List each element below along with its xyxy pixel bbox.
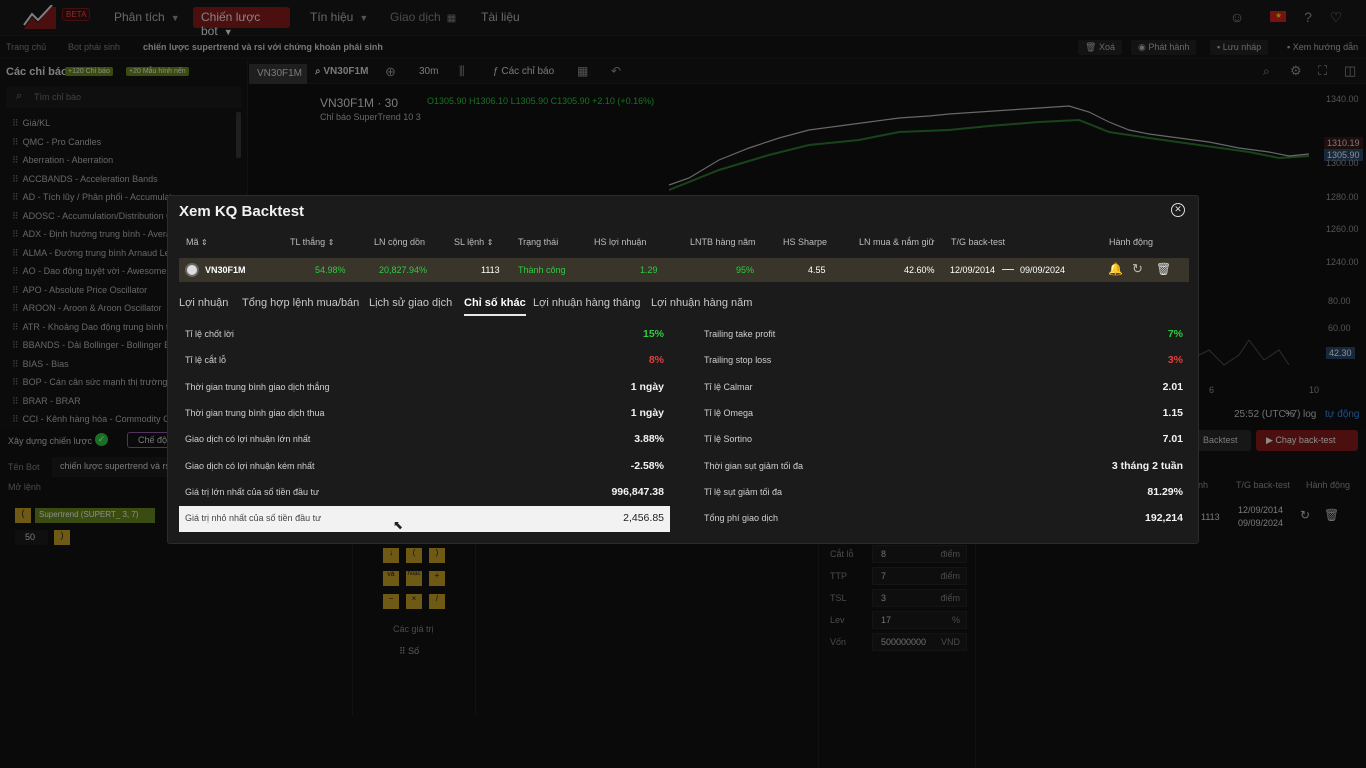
stat-value: 8% <box>648 354 664 367</box>
row-cum-profit: 20,827.94% <box>379 265 428 275</box>
stat-value: 2,456.85 <box>623 512 664 525</box>
stat-label: Tỉ lệ Sortino <box>704 434 753 445</box>
stat-label: Giá trị nhỏ nhất của số tiền đầu tư <box>185 513 322 524</box>
row-date-to: 09/09/2024 <box>1020 265 1066 275</box>
col-tg-back-test[interactable]: T/G back-test <box>951 237 1005 247</box>
tab-loi-nhuan-hang-thang[interactable]: Lợi nhuận hàng tháng <box>533 297 641 309</box>
stat-value: 81.29% <box>1147 485 1183 498</box>
col-ma[interactable]: Mã ⇕ <box>186 237 208 247</box>
stat-label: Giao dịch có lợi nhuận lớn nhất <box>185 434 311 445</box>
stat-label: Thời gian trung bình giao dịch thua <box>185 407 325 418</box>
col-ln-cong-don[interactable]: LN cộng dồn <box>374 237 425 247</box>
stat-value: 192,214 <box>1145 512 1183 525</box>
stat-value: 7% <box>1167 328 1183 340</box>
col-hs-loi-nhuan[interactable]: HS lợi nhuận <box>594 237 646 247</box>
stat-value: 1 ngày <box>630 380 664 393</box>
stat-label: Tổng phí giao dịch <box>704 513 779 524</box>
col-hanh-dong: Hành động <box>1109 237 1154 247</box>
stat-value: -2.58% <box>630 459 664 472</box>
stat-value: 3% <box>1167 354 1183 367</box>
col-hs-sharpe[interactable]: HS Sharpe <box>783 237 827 247</box>
bell-icon[interactable]: 🔔 <box>1108 262 1123 276</box>
backtest-modal: Xem KQ Backtest ✕ Mã ⇕ TL thắng ⇕ LN cộn… <box>167 195 1199 544</box>
stat-label: Giá trị lớn nhất của số tiền đầu tư <box>185 486 319 497</box>
stat-label: Tỉ lệ chốt lời <box>185 329 234 339</box>
col-trang-thai[interactable]: Trạng thái <box>518 237 558 247</box>
stat-value: 15% <box>642 328 664 340</box>
row-profit-factor: 1.29 <box>640 265 658 275</box>
stat-label: Tỉ lệ Calmar <box>704 381 753 392</box>
stat-label: Thời gian trung bình giao dịch thắng <box>185 381 330 392</box>
stat-label: Giao dịch có lợi nhuận kém nhất <box>185 460 315 471</box>
row-annual: 95% <box>736 265 755 275</box>
row-win-rate: 54.98% <box>315 265 346 275</box>
trash-icon[interactable]: 🗑 <box>1156 262 1171 276</box>
stat-value: 3 tháng 2 tuần <box>1111 459 1183 472</box>
stat-label: Thời gian sụt giảm tối đa <box>704 460 803 471</box>
stat-value: 1.15 <box>1162 406 1183 419</box>
col-lntb-hang-nam[interactable]: LNTB hàng năm <box>690 237 756 247</box>
sort-icon: ⇕ <box>486 238 494 247</box>
tab-chi-so-khac[interactable]: Chỉ số khác <box>464 297 526 316</box>
col-tl-thang[interactable]: TL thắng ⇕ <box>290 237 334 247</box>
tab-loi-nhuan-hang-nam[interactable]: Lợi nhuận hàng năm <box>651 297 752 309</box>
cursor-icon: ⬉ <box>393 518 404 532</box>
stat-label: Trailing stop loss <box>704 355 772 366</box>
row-orders: 1113 <box>481 265 500 275</box>
sort-icon: ⇕ <box>201 238 208 247</box>
stat-label: Tỉ lệ Omega <box>704 407 754 418</box>
stat-label: Tỉ lệ cắt lỗ <box>185 355 227 366</box>
refresh-icon[interactable]: ↻ <box>1132 261 1143 277</box>
row-sharpe: 4.55 <box>808 265 826 275</box>
stat-value: 2.01 <box>1162 380 1183 393</box>
tab-loi-nhuan[interactable]: Lợi nhuận <box>179 297 228 309</box>
stat-value: 3.88% <box>634 433 664 446</box>
row-code: VN30F1M <box>205 265 246 275</box>
col-ln-mua-nam-giu[interactable]: LN mua & nắm giữ <box>859 237 935 247</box>
stat-label: Tỉ lệ sụt giảm tối đa <box>704 486 783 497</box>
symbol-avatar <box>185 263 199 277</box>
table-row[interactable]: VN30F1M 54.98% 20,827.94% 1113 Thành côn… <box>179 258 1189 282</box>
stat-value: 996,847.38 <box>611 485 664 498</box>
tab-tong-hop-lenh[interactable]: Tổng hợp lệnh mua/bán <box>242 297 359 309</box>
close-icon[interactable]: ✕ <box>1171 203 1185 217</box>
row-date-from: 12/09/2014 <box>950 265 996 275</box>
col-sl-lenh[interactable]: SL lệnh ⇕ <box>454 237 493 247</box>
stat-value: 1 ngày <box>630 406 664 419</box>
tab-lich-su-giao-dich[interactable]: Lịch sử giao dịch <box>369 297 452 309</box>
row-status: Thành công <box>518 265 566 275</box>
stat-value: 7.01 <box>1162 433 1183 446</box>
date-range-dash <box>1002 269 1014 270</box>
stat-label: Trailing take profit <box>704 329 776 339</box>
sort-icon: ⇕ <box>327 238 335 247</box>
row-buy-hold: 42.60% <box>904 265 935 275</box>
modal-title: Xem KQ Backtest <box>179 203 305 220</box>
